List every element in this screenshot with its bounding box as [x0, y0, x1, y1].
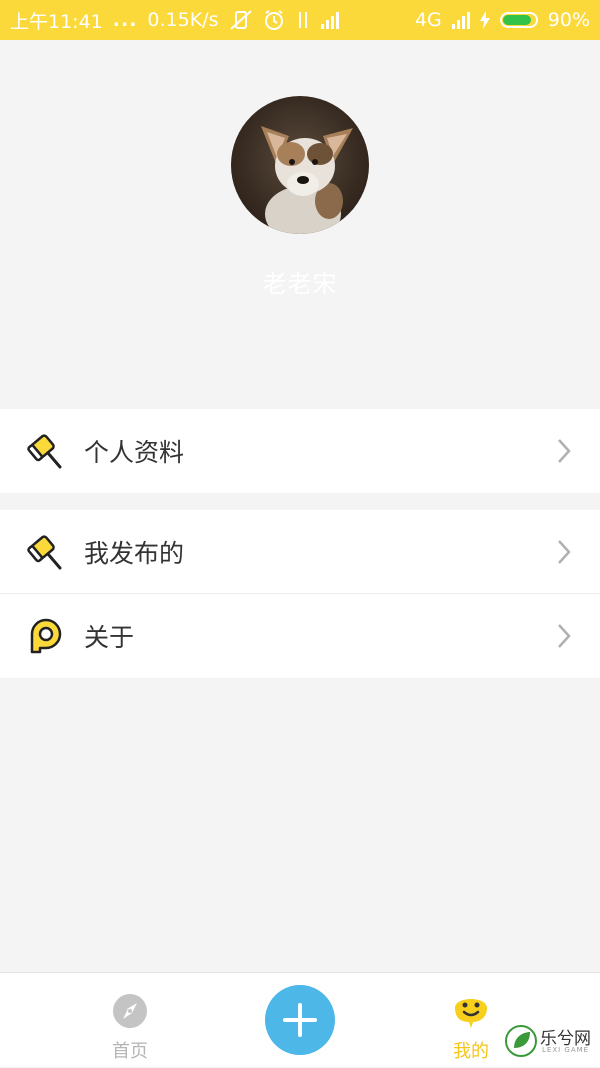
status-time: 上午11:41: [10, 10, 103, 33]
p-logo-icon: [30, 618, 62, 654]
menu-item-about[interactable]: 关于: [0, 594, 600, 678]
network-speed: 0.15K/s: [147, 9, 219, 31]
battery-percent: 90%: [547, 9, 590, 31]
menu-label: 个人资料: [84, 438, 185, 467]
chevron-right-icon: [558, 624, 571, 648]
charging-icon: [479, 11, 490, 29]
tab-home[interactable]: 首页: [70, 973, 190, 1068]
status-bar: 上午11:41 ... 0.15K/s 4G 90%: [0, 0, 600, 40]
signal-icon-2: [451, 11, 470, 29]
chevron-right-icon: [558, 540, 571, 564]
watermark-logo: 乐兮网 LEXI GAME: [500, 1020, 600, 1062]
vibrate-off-icon: [229, 10, 252, 30]
network-type: 4G: [414, 9, 442, 31]
menu-label: 关于: [84, 623, 135, 652]
dog-avatar-image: [231, 96, 369, 234]
plus-icon: [283, 1003, 317, 1037]
signal-icon: [320, 11, 339, 29]
smiley-icon: [455, 999, 487, 1028]
data-transfer-icon: [298, 12, 307, 28]
menu-label: 我发布的: [84, 539, 185, 568]
avatar[interactable]: [231, 96, 369, 234]
chevron-right-icon: [558, 439, 571, 463]
alarm-icon: [264, 10, 283, 30]
status-dots: ...: [112, 9, 138, 31]
tab-home-label: 首页: [112, 1041, 148, 1062]
compass-icon: [113, 994, 147, 1028]
battery-icon: [499, 12, 538, 28]
leaf-logo-icon: [505, 1025, 537, 1057]
add-post-button[interactable]: [265, 985, 335, 1055]
hammer-icon: [27, 535, 62, 570]
hammer-icon: [27, 434, 62, 469]
username: 老老宋: [262, 270, 338, 298]
menu-item-profile[interactable]: 个人资料: [0, 409, 600, 493]
watermark-subtext: LEXI GAME: [542, 1046, 590, 1054]
menu-item-my-posts[interactable]: 我发布的: [0, 510, 600, 594]
